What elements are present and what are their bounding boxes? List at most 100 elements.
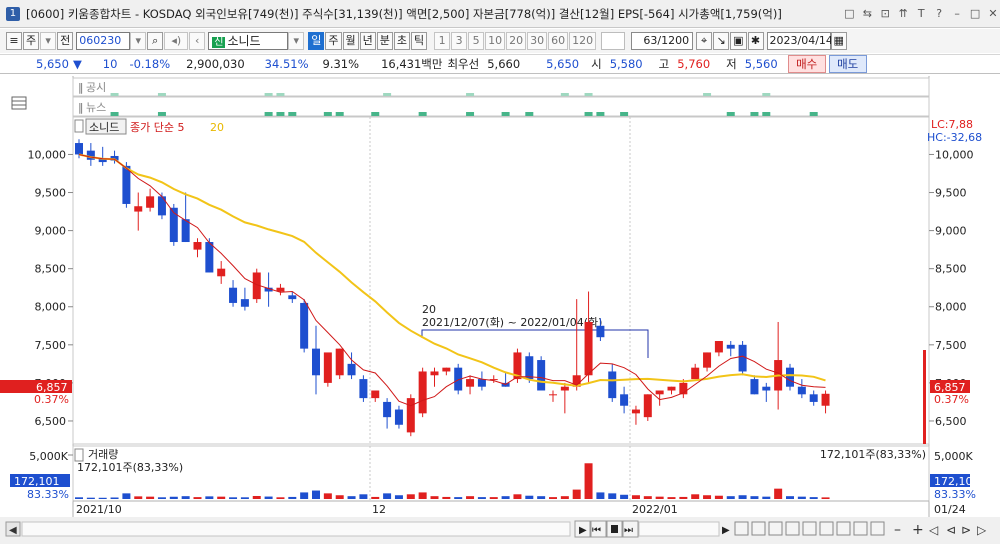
minute-3[interactable]: 3 xyxy=(451,32,468,50)
minute-20[interactable]: 20 xyxy=(506,32,527,50)
stock-dropdown-icon[interactable]: ▾ xyxy=(288,32,305,50)
zoom-fit-icon[interactable] xyxy=(751,521,766,536)
chart-settings-icon[interactable]: ⌖ xyxy=(696,32,713,50)
last-pct-right: 0.37% xyxy=(934,393,969,406)
trade-volume: 2,900,030 xyxy=(186,57,245,71)
candle-down xyxy=(620,394,629,406)
speed-slider[interactable] xyxy=(638,521,720,537)
overlay-icon[interactable] xyxy=(802,521,817,536)
buy-button[interactable]: 매수 xyxy=(787,55,826,73)
pin-icon[interactable]: ⇈ xyxy=(896,7,910,21)
interval-week[interactable]: 주 xyxy=(325,32,342,50)
volume-bar xyxy=(252,495,261,499)
candle-up xyxy=(714,341,723,353)
disclosure-marker xyxy=(276,93,285,96)
play-icon: ▶ xyxy=(579,525,587,536)
interval-second[interactable]: 초 xyxy=(393,32,410,50)
interval-minute[interactable]: 분 xyxy=(376,32,393,50)
interval-year[interactable]: 년 xyxy=(359,32,376,50)
count-input[interactable]: 63/1200 xyxy=(631,32,694,50)
close-icon[interactable]: ✕ xyxy=(986,7,1000,21)
layout-icon[interactable] xyxy=(768,521,783,536)
best-ask: 5,660 xyxy=(487,57,521,71)
price-change: 10 xyxy=(102,57,118,71)
minute-10[interactable]: 10 xyxy=(485,32,506,50)
calendar-icon[interactable]: ▦ xyxy=(830,32,847,50)
minute-120[interactable]: 120 xyxy=(569,32,597,50)
candle-down xyxy=(726,344,735,349)
range-back-icon[interactable]: ◁ xyxy=(928,523,938,537)
volume-bar xyxy=(288,496,297,499)
range-end-icon[interactable]: ⊳ xyxy=(961,523,971,537)
list-view-icon[interactable] xyxy=(819,521,834,536)
chevron-down-icon[interactable]: ▾ xyxy=(40,32,57,50)
interval-month[interactable]: 월 xyxy=(342,32,359,50)
open-price: 5,580 xyxy=(609,57,643,71)
font-icon[interactable]: T xyxy=(914,7,928,21)
candle-up xyxy=(323,352,332,383)
volume-bar xyxy=(335,495,344,499)
search-icon[interactable]: ⌕ xyxy=(147,32,164,50)
list-icon[interactable]: ≡ xyxy=(6,32,22,50)
interval-tick[interactable]: 틱 xyxy=(411,32,428,50)
zoom-out-icon[interactable]: – xyxy=(894,522,901,538)
period-select[interactable]: 주 xyxy=(23,32,40,50)
volume-bar xyxy=(264,496,273,499)
custom-interval-dropdown[interactable] xyxy=(601,32,626,50)
sell-button[interactable]: 매도 xyxy=(828,55,867,73)
candle-down xyxy=(347,363,356,376)
scrollbar-track[interactable] xyxy=(21,521,571,537)
grid-view-icon[interactable] xyxy=(836,521,851,536)
save-icon[interactable]: ▣ xyxy=(730,32,747,50)
end-date-label: 01/24 xyxy=(934,503,966,516)
candle-up xyxy=(442,367,451,372)
interval-day[interactable]: 일 xyxy=(308,32,325,50)
news-marker xyxy=(110,112,119,116)
zoom-in-icon[interactable]: + xyxy=(912,522,924,538)
candle-up xyxy=(466,379,475,387)
restore-icon[interactable]: ⊡ xyxy=(878,7,892,21)
chart-area[interactable]: ‖ 공시 ‖ 뉴스 10,000 9,500 9,000 8,500 8,000 7,50… xyxy=(0,76,1000,544)
volume-bar xyxy=(703,495,712,499)
candle-up xyxy=(560,386,569,391)
scroll-left-icon: ◀ xyxy=(9,525,17,536)
split-view-icon[interactable] xyxy=(853,521,868,536)
news-marker xyxy=(809,112,818,116)
disclosure-marker xyxy=(110,93,119,96)
prev-stock-icon[interactable]: ‹ xyxy=(189,32,206,50)
speaker-icon[interactable]: ◂) xyxy=(164,32,189,50)
candle-up xyxy=(631,409,640,414)
minute-5[interactable]: 5 xyxy=(468,32,485,50)
draw-tool-icon[interactable]: ↘ xyxy=(713,32,730,50)
stock-code-input[interactable]: 060230 xyxy=(76,32,131,50)
code-dropdown-icon[interactable]: ▾ xyxy=(130,32,147,50)
slider-right-icon[interactable]: ▶ xyxy=(722,525,730,536)
split-icon[interactable]: □ xyxy=(842,7,856,21)
range-start-icon[interactable]: ⊲ xyxy=(946,523,956,537)
link-icon[interactable]: ⇆ xyxy=(860,7,874,21)
minute-60[interactable]: 60 xyxy=(548,32,569,50)
minimize-icon[interactable]: – xyxy=(950,7,964,21)
zoom-window-icon[interactable] xyxy=(734,521,749,536)
gear-icon[interactable]: ✱ xyxy=(747,32,764,50)
stock-chart[interactable]: ‖ 공시 ‖ 뉴스 10,000 9,500 9,000 8,500 8,000 7,50… xyxy=(0,76,1000,544)
range-forward-icon[interactable]: ▷ xyxy=(977,523,987,537)
capture-icon[interactable] xyxy=(870,521,885,536)
maximize-icon[interactable]: □ xyxy=(968,7,982,21)
panel-grid-icon[interactable] xyxy=(11,96,27,110)
minute-1[interactable]: 1 xyxy=(434,32,451,50)
help-icon[interactable]: ? xyxy=(932,7,946,21)
compare-icon[interactable] xyxy=(785,521,800,536)
candle-down xyxy=(383,401,392,418)
candle-up xyxy=(821,393,830,406)
candle-up xyxy=(335,348,344,376)
candle-up xyxy=(691,367,700,380)
minute-30[interactable]: 30 xyxy=(527,32,548,50)
stock-name-field[interactable]: 신 소니드 xyxy=(208,32,289,50)
candle-down xyxy=(762,386,771,391)
volume-bar xyxy=(193,497,202,499)
news-panel xyxy=(72,96,930,117)
market-all-select[interactable]: 전 xyxy=(57,32,74,50)
date-input[interactable]: 2023/04/14 xyxy=(766,32,833,50)
high-label: 고 xyxy=(658,57,670,71)
